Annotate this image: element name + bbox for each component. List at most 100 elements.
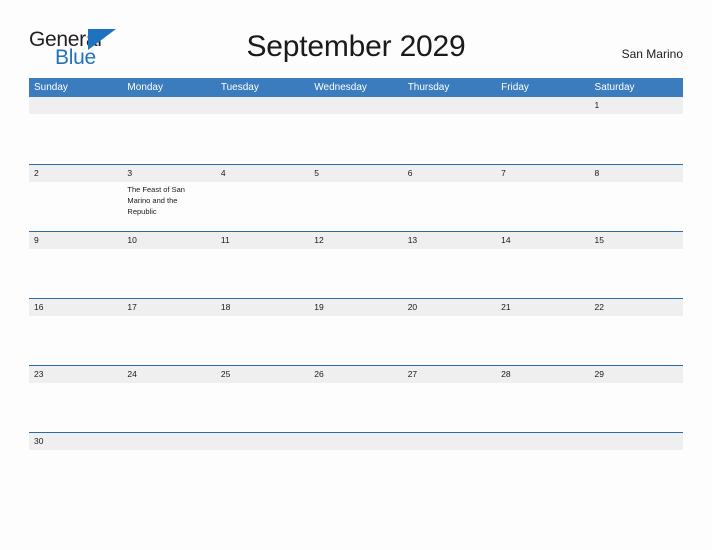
- day-cell[interactable]: [309, 450, 402, 498]
- day-number[interactable]: 24: [122, 366, 215, 383]
- day-number[interactable]: 9: [29, 232, 122, 249]
- day-number[interactable]: 18: [216, 299, 309, 316]
- day-number[interactable]: 28: [496, 366, 589, 383]
- week-date-band: 1: [29, 97, 683, 114]
- week-date-band: 9 10 11 12 13 14 15: [29, 232, 683, 249]
- day-number[interactable]: 29: [590, 366, 683, 383]
- day-number[interactable]: 13: [403, 232, 496, 249]
- week-date-band: 16 17 18 19 20 21 22: [29, 299, 683, 316]
- weekday-header-friday: Friday: [501, 82, 529, 93]
- region-label: San Marino: [621, 47, 683, 61]
- day-cell[interactable]: [29, 316, 122, 364]
- day-cell[interactable]: [403, 249, 496, 297]
- page-title: September 2029: [246, 30, 466, 63]
- day-cell[interactable]: [496, 114, 589, 162]
- calendar-week-row: 23 24 25 26 27 28 29: [29, 365, 683, 432]
- day-cell[interactable]: [496, 249, 589, 297]
- day-number-empty: [403, 97, 496, 114]
- day-cell[interactable]: [216, 383, 309, 431]
- day-number[interactable]: 22: [590, 299, 683, 316]
- calendar-grid: Sunday Monday Tuesday Wednesday Thursday…: [29, 78, 683, 499]
- day-cell[interactable]: [122, 249, 215, 297]
- weekday-header-thursday: Thursday: [407, 82, 450, 93]
- day-cell[interactable]: [403, 383, 496, 431]
- day-number-empty: [122, 433, 215, 450]
- day-cell[interactable]: [496, 316, 589, 364]
- day-number[interactable]: 5: [309, 165, 402, 182]
- day-cell[interactable]: [216, 114, 309, 162]
- day-number[interactable]: 26: [309, 366, 402, 383]
- weekday-header-tuesday: Tuesday: [220, 82, 259, 93]
- week-events-band: [29, 383, 683, 431]
- day-cell[interactable]: [403, 450, 496, 498]
- day-number-empty: [496, 433, 589, 450]
- day-cell[interactable]: [590, 450, 683, 498]
- day-cell[interactable]: [496, 383, 589, 431]
- day-number-empty: [122, 97, 215, 114]
- day-number[interactable]: 3: [122, 165, 215, 182]
- day-cell[interactable]: [590, 383, 683, 431]
- day-cell[interactable]: [122, 316, 215, 364]
- day-number[interactable]: 23: [29, 366, 122, 383]
- week-events-band: [29, 249, 683, 297]
- day-number[interactable]: 6: [403, 165, 496, 182]
- day-number[interactable]: 1: [590, 97, 683, 114]
- week-events-band: [29, 114, 683, 162]
- day-cell[interactable]: [216, 450, 309, 498]
- day-number[interactable]: 2: [29, 165, 122, 182]
- day-cell[interactable]: [29, 114, 122, 162]
- calendar-week-row: 9 10 11 12 13 14 15: [29, 231, 683, 298]
- day-number-empty: [216, 97, 309, 114]
- day-cell[interactable]: [216, 316, 309, 364]
- day-number[interactable]: 7: [496, 165, 589, 182]
- day-cell[interactable]: [403, 316, 496, 364]
- day-number[interactable]: 19: [309, 299, 402, 316]
- day-cell[interactable]: [309, 114, 402, 162]
- day-number[interactable]: 4: [216, 165, 309, 182]
- day-number[interactable]: 30: [29, 433, 122, 450]
- day-cell[interactable]: [122, 450, 215, 498]
- day-number[interactable]: 16: [29, 299, 122, 316]
- day-cell[interactable]: [590, 114, 683, 162]
- day-cell[interactable]: [216, 249, 309, 297]
- day-cell[interactable]: [122, 114, 215, 162]
- day-cell[interactable]: [403, 114, 496, 162]
- day-cell[interactable]: The Feast of San Marino and the Republic: [122, 182, 215, 230]
- day-number[interactable]: 25: [216, 366, 309, 383]
- weekday-header-saturday: Saturday: [594, 82, 635, 93]
- day-cell[interactable]: [122, 383, 215, 431]
- day-cell[interactable]: [309, 316, 402, 364]
- day-cell[interactable]: [496, 450, 589, 498]
- day-cell[interactable]: [590, 316, 683, 364]
- day-number[interactable]: 14: [496, 232, 589, 249]
- day-cell[interactable]: [29, 450, 122, 498]
- day-number[interactable]: 27: [403, 366, 496, 383]
- day-cell[interactable]: [496, 182, 589, 230]
- day-cell[interactable]: [309, 383, 402, 431]
- day-number[interactable]: 15: [590, 232, 683, 249]
- day-cell[interactable]: [216, 182, 309, 230]
- day-number[interactable]: 21: [496, 299, 589, 316]
- day-number[interactable]: 11: [216, 232, 309, 249]
- week-events-band: The Feast of San Marino and the Republic: [29, 182, 683, 230]
- calendar-week-row: 1: [29, 97, 683, 164]
- day-cell[interactable]: [590, 182, 683, 230]
- day-cell[interactable]: [29, 249, 122, 297]
- day-cell[interactable]: [403, 182, 496, 230]
- day-cell[interactable]: [29, 383, 122, 431]
- weekday-header-monday: Monday: [127, 82, 163, 93]
- weekday-header-row: Sunday Monday Tuesday Wednesday Thursday…: [29, 78, 683, 97]
- day-cell[interactable]: [309, 182, 402, 230]
- day-number[interactable]: 8: [590, 165, 683, 182]
- day-number-empty: [496, 97, 589, 114]
- holiday-event-label: The Feast of San Marino and the Republic: [127, 185, 185, 216]
- day-cell[interactable]: [590, 249, 683, 297]
- day-number[interactable]: 10: [122, 232, 215, 249]
- day-number[interactable]: 20: [403, 299, 496, 316]
- day-number-empty: [309, 433, 402, 450]
- day-number[interactable]: 17: [122, 299, 215, 316]
- day-cell[interactable]: [29, 182, 122, 230]
- calendar-week-row: 16 17 18 19 20 21 22: [29, 298, 683, 365]
- day-number[interactable]: 12: [309, 232, 402, 249]
- day-cell[interactable]: [309, 249, 402, 297]
